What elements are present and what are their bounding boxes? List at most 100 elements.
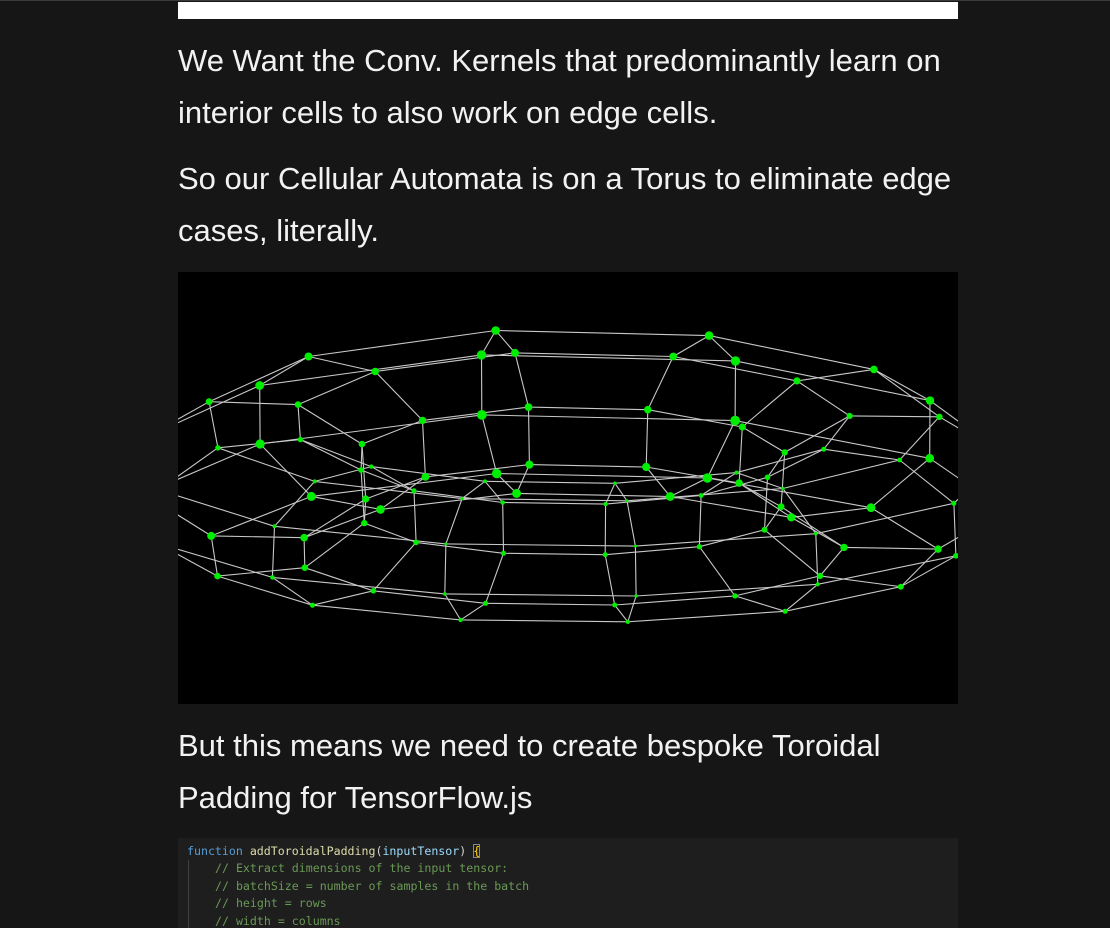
code-comment-line: // width = columns (215, 913, 341, 928)
torus-node (411, 488, 417, 494)
torus-node (312, 479, 317, 484)
torus-edge (495, 330, 516, 354)
torus-edge (308, 329, 496, 358)
torus-node (782, 608, 788, 614)
torus-edge (955, 553, 958, 557)
torus-edge (496, 472, 708, 479)
torus-edge (421, 420, 426, 477)
torus-node (781, 486, 785, 491)
torus-node (255, 381, 265, 390)
torus-node (309, 602, 316, 608)
torus-node (358, 440, 366, 448)
torus-node (304, 352, 313, 361)
torus-node (846, 412, 853, 419)
torus-edge (502, 501, 606, 505)
torus-edge (614, 604, 629, 623)
torus-edge (636, 583, 818, 597)
torus-edge (444, 543, 447, 594)
torus-node (665, 492, 675, 501)
torus-node (735, 479, 743, 487)
torus-edge (514, 352, 530, 408)
torus-node (483, 600, 489, 606)
torus-node (476, 410, 487, 420)
torus-edge (209, 401, 299, 406)
torus-edge (614, 472, 737, 484)
torus-edge (372, 542, 417, 592)
torus-node (897, 457, 902, 463)
torus-node (934, 545, 942, 553)
torus-edge (485, 602, 615, 606)
torus-edge (698, 495, 702, 547)
torus-edge (670, 495, 792, 518)
torus-node (698, 493, 704, 498)
torus-edge (444, 593, 637, 597)
torus-edge (763, 477, 769, 530)
torus-edges (178, 329, 958, 623)
torus-node (205, 398, 213, 406)
torus-node (815, 582, 820, 587)
torus-edge (784, 586, 901, 612)
torus-node (602, 552, 608, 558)
torus-node (738, 423, 746, 431)
torus-node (702, 473, 713, 483)
torus-edge (899, 459, 955, 504)
code-keyword: function (187, 844, 243, 858)
torus-edge (374, 371, 423, 421)
torus-node (444, 542, 448, 546)
code-line-signature: function addToroidalPadding(inputTensor)… (187, 843, 481, 860)
torus-node (633, 544, 637, 548)
torus-edge (516, 492, 671, 498)
code-block: function addToroidalPadding(inputTensor)… (178, 838, 958, 928)
torus-edge (516, 464, 530, 494)
torus-node (603, 501, 608, 507)
torus-edge (178, 447, 219, 477)
torus-edge (843, 546, 939, 550)
torus-node (297, 436, 304, 443)
torus-edge (796, 368, 874, 382)
paragraph-torus: So our Cellular Automata is on a Torus t… (178, 161, 952, 248)
torus-wireframe-svg (178, 326, 958, 624)
torus-edge (272, 576, 445, 595)
torus-edge (495, 329, 710, 337)
torus-edge (485, 553, 505, 604)
torus-node (777, 503, 785, 511)
torus-node (793, 377, 801, 385)
torus-edge (460, 602, 486, 621)
torus-edge (815, 502, 955, 535)
torus-edge (481, 354, 736, 362)
torus-edge (706, 420, 736, 479)
torus-edge (217, 567, 305, 577)
torus-edge (735, 360, 931, 402)
paragraph-kernels: We Want the Conv. Kernels that predomina… (178, 43, 941, 130)
torus-edge (422, 406, 529, 421)
torus-edge (303, 537, 306, 568)
torus-node (669, 352, 678, 361)
torus-edge (604, 554, 616, 606)
torus-edge (849, 415, 940, 418)
code-open-brace: { (473, 844, 481, 858)
torus-edge (647, 356, 674, 410)
torus-node (613, 481, 617, 486)
torus-edge (796, 380, 851, 417)
torus-edge (259, 443, 312, 497)
torus-edge (614, 482, 628, 502)
torus-edge (484, 480, 615, 484)
torus-edge (425, 464, 530, 478)
torus-edge (819, 547, 845, 577)
torus-node (460, 497, 464, 501)
torus-edge (634, 546, 637, 597)
torus-node (413, 539, 419, 546)
torus-node (730, 356, 741, 366)
torus-edge (211, 535, 305, 539)
torus-edge (178, 401, 210, 420)
torus-edge (312, 604, 461, 621)
torus-node (270, 575, 275, 580)
torus-edge (899, 416, 940, 461)
torus-edge (503, 552, 606, 556)
torus-edge (790, 516, 845, 548)
torus-edge (311, 495, 381, 510)
torus-node (255, 439, 265, 449)
torus-node (215, 445, 221, 451)
torus-edge (929, 400, 958, 422)
torus-edge (528, 406, 648, 411)
